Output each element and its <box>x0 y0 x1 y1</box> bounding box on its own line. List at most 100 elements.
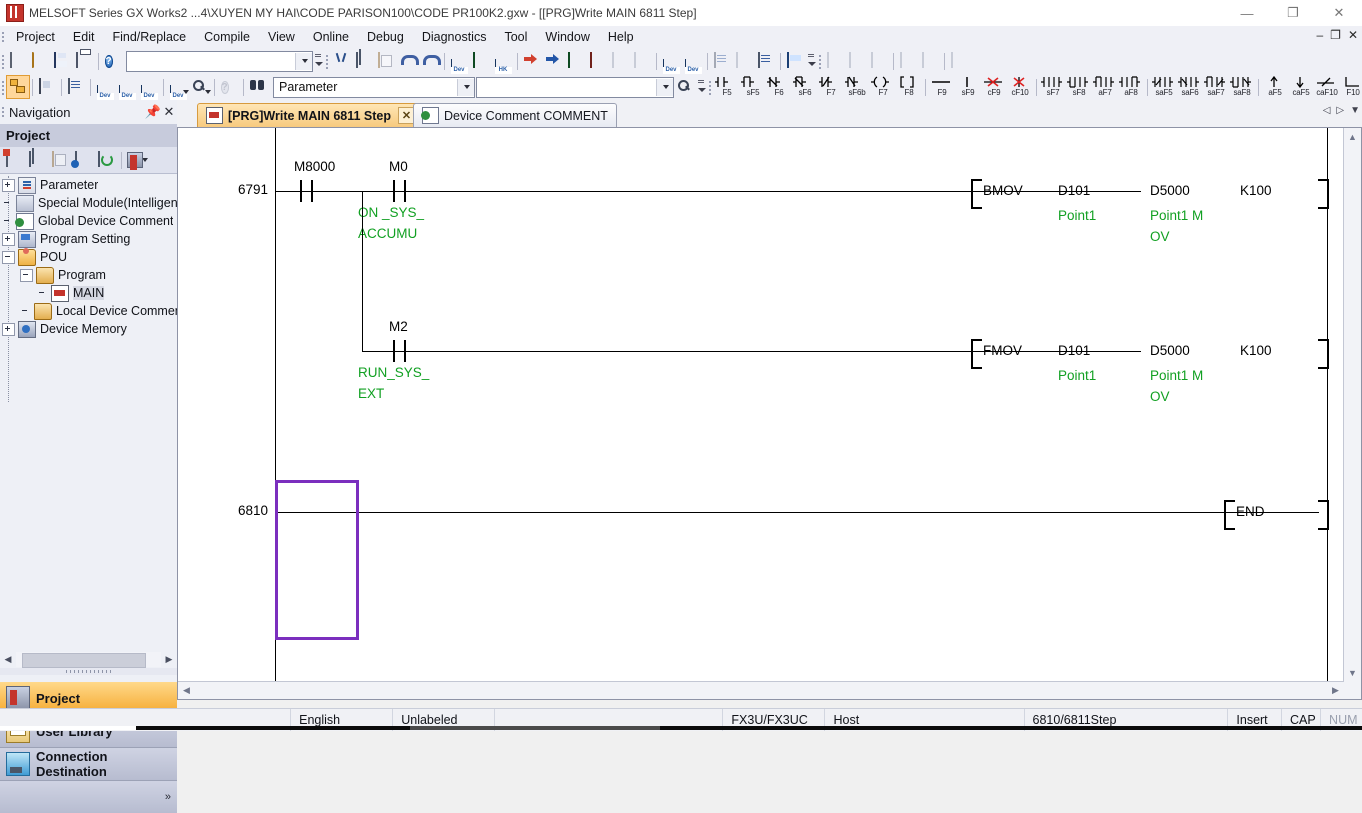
scroll-down-icon[interactable]: ▼ <box>1345 665 1360 680</box>
tab-next-icon[interactable]: ▷ <box>1336 105 1344 116</box>
scroll-track[interactable] <box>16 652 161 668</box>
ladder-cursor-box[interactable] <box>275 480 359 640</box>
tab-write-main[interactable]: [PRG]Write MAIN 6811 Step ✕ <box>197 103 438 127</box>
scroll-left-icon-2[interactable]: ◀ <box>179 683 194 698</box>
sidebar-item-parameter[interactable]: Parameter <box>0 176 177 194</box>
ladder-del-hline-button[interactable]: cF9 <box>981 75 1007 100</box>
ladder-pulse-branch-1-button[interactable]: sF7 <box>1040 75 1066 100</box>
print-icon[interactable] <box>73 50 95 72</box>
online-change-icon[interactable] <box>755 50 777 72</box>
open-folder-icon[interactable] <box>29 50 51 72</box>
mdi-close-button[interactable]: ✕ <box>1348 28 1358 42</box>
cut-icon[interactable] <box>331 50 353 72</box>
toolbar-overflow-icon[interactable] <box>313 50 324 72</box>
scroll-right-icon[interactable]: ▶ <box>161 652 177 667</box>
device-find-icon-2[interactable]: Dev <box>94 76 116 114</box>
compile-icon[interactable] <box>733 50 755 72</box>
sidebar-item-global-device-comment[interactable]: Global Device Comment <box>0 212 177 230</box>
navigation-horizontal-scrollbar[interactable]: ◀ ▶ <box>0 651 177 668</box>
ladder-pulse-branch-3-button[interactable]: aF7 <box>1092 75 1118 100</box>
ladder-rising-pulse-button[interactable]: F7 <box>818 75 844 100</box>
data-property-icon[interactable] <box>72 149 94 171</box>
new-document-icon[interactable] <box>7 50 29 72</box>
menu-tool[interactable]: Tool <box>495 27 536 47</box>
menu-find-replace[interactable]: Find/Replace <box>103 27 195 47</box>
ladder-coil-button[interactable]: F7 <box>870 75 896 100</box>
ladder-no-contact-button[interactable]: F5 <box>714 75 740 100</box>
scroll-up-icon[interactable]: ▲ <box>1345 129 1360 144</box>
mdi-minimize-button[interactable]: – <box>1316 28 1323 42</box>
help-icon[interactable]: ? <box>102 50 124 72</box>
trace-search-icon[interactable] <box>897 50 919 72</box>
tab-list-icon[interactable]: ▼ <box>1350 105 1360 116</box>
ladder-opres-2-button[interactable]: saF6 <box>1177 75 1203 100</box>
ladder-line-down-button[interactable]: caF5 <box>1288 75 1314 100</box>
sidebar-item-program[interactable]: Program <box>0 266 177 284</box>
monitor-screen-icon[interactable] <box>784 50 806 72</box>
menu-debug[interactable]: Debug <box>358 27 413 47</box>
ladder-vline-button[interactable]: sF9 <box>955 75 981 100</box>
mdi-restore-button[interactable]: ❐ <box>1330 28 1341 42</box>
device-compare-icon[interactable]: Dev <box>138 76 160 114</box>
ladder-opres-4-button[interactable]: saF8 <box>1229 75 1255 100</box>
copy-icon[interactable] <box>353 50 375 72</box>
sidebar-item-main[interactable]: MAIN <box>0 284 177 302</box>
sidebar-item-program-setting[interactable]: Program Setting <box>0 230 177 248</box>
close-button[interactable]: ✕ <box>1316 0 1362 26</box>
canvas-vertical-scrollbar[interactable]: ▲ ▼ <box>1343 128 1361 682</box>
menu-view[interactable]: View <box>259 27 304 47</box>
menu-online[interactable]: Online <box>304 27 358 47</box>
device-list-icon[interactable]: Dev <box>116 76 138 114</box>
module-icon[interactable] <box>36 76 58 98</box>
chevron-down-icon-2[interactable] <box>457 78 474 96</box>
sidebar-item-special-module[interactable]: Special Module(Intelligent <box>0 194 177 212</box>
canvas-horizontal-scrollbar[interactable]: ◀ ▶ <box>178 681 1344 699</box>
sidebar-item-device-memory[interactable]: Device Memory <box>0 320 177 338</box>
expander-icon[interactable] <box>2 250 15 264</box>
monitor-start-icon[interactable] <box>609 50 631 72</box>
save-icon[interactable] <box>51 50 73 72</box>
new-data-icon[interactable] <box>3 149 25 171</box>
ladder-falling-pulse-button[interactable]: sF6b <box>844 75 870 100</box>
tab-device-comment[interactable]: Device Comment COMMENT <box>413 103 617 127</box>
write-to-plc-icon[interactable] <box>521 50 543 72</box>
help-circle-icon[interactable]: ? <box>218 76 240 98</box>
parameter-combo[interactable]: Parameter <box>273 76 475 98</box>
project-tree-icon[interactable] <box>6 75 30 99</box>
navigation-splitter[interactable] <box>0 668 177 675</box>
paste-icon[interactable] <box>375 50 397 72</box>
ladder-instruction-button[interactable]: F8 <box>896 75 922 100</box>
menu-window[interactable]: Window <box>536 27 598 47</box>
ladder-del-vline-button[interactable]: cF10 <box>1007 75 1033 100</box>
scroll-left-icon[interactable]: ◀ <box>0 652 16 667</box>
copy-data-icon[interactable] <box>26 149 48 171</box>
toolbar-overflow-icon-3[interactable] <box>696 76 707 98</box>
refresh-icon[interactable] <box>95 149 117 171</box>
device-watch-icon[interactable]: Dev <box>167 76 189 114</box>
device-find-icon[interactable]: Dev <box>448 50 470 88</box>
expander-icon[interactable] <box>2 322 15 336</box>
ladder-pulse-branch-2-button[interactable]: sF8 <box>1066 75 1092 100</box>
minimize-button[interactable]: — <box>1224 0 1270 26</box>
expander-icon[interactable] <box>2 232 15 246</box>
program-check-icon[interactable] <box>711 50 733 72</box>
expander-icon[interactable] <box>20 268 33 282</box>
ladder-canvas[interactable]: 6791 M8000 M0 ON _SYS_ ACCUMU BMOV D101 <box>178 128 1344 682</box>
binocular-icon[interactable] <box>247 76 269 98</box>
list-icon[interactable] <box>65 76 87 98</box>
ladder-nc-contact-parallel-button[interactable]: sF6 <box>792 75 818 100</box>
tab-prev-icon[interactable]: ◁ <box>1323 105 1331 116</box>
expander-icon[interactable] <box>2 178 15 192</box>
ladder-line-up-button[interactable]: aF5 <box>1262 75 1288 100</box>
view-options-icon[interactable] <box>126 149 148 171</box>
device-batch-icon[interactable]: Dev <box>660 50 682 88</box>
pin-icon[interactable]: 📌 <box>145 103 161 121</box>
trace-wave-icon[interactable] <box>868 50 890 72</box>
undo-icon[interactable] <box>397 50 419 72</box>
read-from-plc-icon[interactable] <box>543 50 565 72</box>
sidebar-item-local-device-comment[interactable]: Local Device Commen <box>0 302 177 320</box>
sidebar-panel-connection-destination[interactable]: Connection Destination <box>0 748 177 781</box>
ladder-pulse-branch-4-button[interactable]: aF8 <box>1118 75 1144 100</box>
ladder-nc-contact-button[interactable]: F6 <box>766 75 792 100</box>
ladder-no-contact-parallel-button[interactable]: sF5 <box>740 75 766 100</box>
